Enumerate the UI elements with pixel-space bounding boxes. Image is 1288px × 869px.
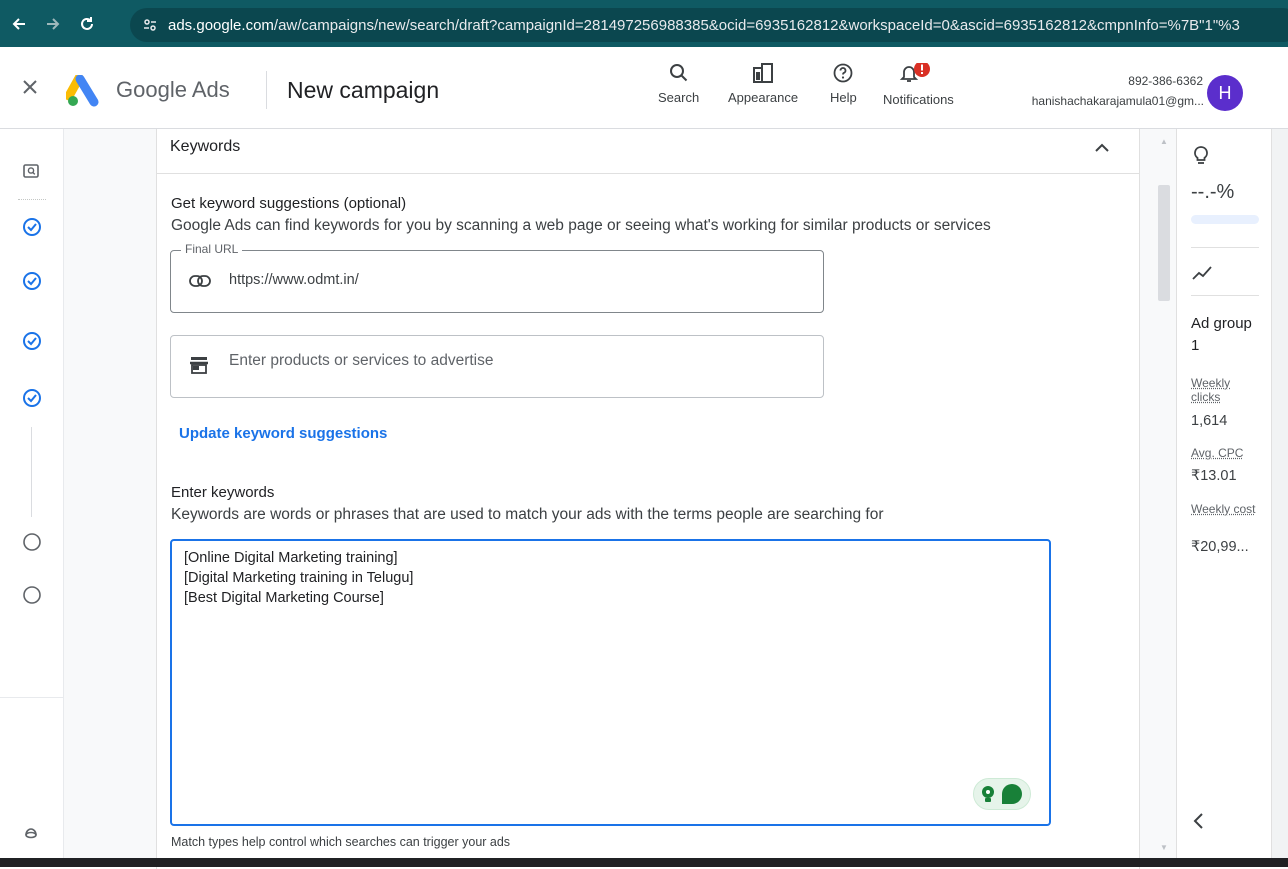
final-url-field[interactable]: Final URL https://www.odmt.in/ xyxy=(170,250,824,313)
scrollbar[interactable]: ▲ ▼ xyxy=(1156,133,1172,858)
step-complete-check-icon[interactable] xyxy=(22,331,42,351)
browser-toolbar: ads.google.com/aw/campaigns/new/search/d… xyxy=(0,0,1288,47)
brand-name: Google Ads xyxy=(116,77,230,103)
link-icon xyxy=(189,274,211,288)
optimization-score: --.-% xyxy=(1191,181,1234,204)
keyword-line: [Best Digital Marketing Course] xyxy=(184,590,384,606)
step-pending-circle-icon[interactable] xyxy=(22,585,42,605)
site-settings-icon[interactable] xyxy=(142,17,158,33)
help-icon xyxy=(833,63,853,83)
notifications-label: Notifications xyxy=(883,92,954,107)
appearance-icon xyxy=(752,63,774,83)
step-complete-check-icon[interactable] xyxy=(22,217,42,237)
search-label: Search xyxy=(658,90,699,105)
keyword-line: [Digital Marketing training in Telugu] xyxy=(184,570,413,586)
chevron-up-icon[interactable] xyxy=(1091,137,1113,159)
scroll-down-arrow[interactable]: ▼ xyxy=(1160,843,1168,852)
step-rail xyxy=(0,129,64,859)
step-pending-circle-icon[interactable] xyxy=(22,532,42,552)
address-bar[interactable]: ads.google.com/aw/campaigns/new/search/d… xyxy=(130,8,1288,42)
url-path: /aw/campaigns/new/search/draft?campaignI… xyxy=(274,17,1240,34)
taskbar-edge xyxy=(0,858,1288,867)
campaign-preview-icon[interactable] xyxy=(22,162,40,180)
help-button[interactable]: Help xyxy=(830,63,857,105)
weekly-cost-label[interactable]: Weekly cost xyxy=(1191,502,1261,516)
weekly-cost-value: ₹20,99... xyxy=(1191,539,1249,555)
appearance-label: Appearance xyxy=(728,90,798,105)
products-input[interactable]: Enter products or services to advertise xyxy=(229,352,493,370)
scrollbar-thumb[interactable] xyxy=(1158,185,1170,301)
rail-divider xyxy=(0,697,64,698)
scroll-up-arrow[interactable]: ▲ xyxy=(1160,137,1168,146)
appearance-button[interactable]: Appearance xyxy=(728,63,798,105)
account-email[interactable]: hanishachakarajamula01@gm... xyxy=(1032,94,1204,108)
bell-icon xyxy=(898,63,938,85)
products-field[interactable]: Enter products or services to advertise xyxy=(170,335,824,398)
reload-icon[interactable] xyxy=(72,9,102,39)
step-complete-check-icon[interactable] xyxy=(22,388,42,408)
lightbulb-icon xyxy=(980,785,996,803)
optimization-score-bar xyxy=(1191,215,1259,224)
help-label: Help xyxy=(830,90,857,105)
ad-group-name: Ad group 1 xyxy=(1191,313,1261,357)
search-button[interactable]: Search xyxy=(658,63,699,105)
step-connector xyxy=(31,427,32,517)
url-text: ads.google.com/aw/campaigns/new/search/d… xyxy=(168,17,1240,34)
update-keyword-suggestions-link[interactable]: Update keyword suggestions xyxy=(179,425,387,442)
divider xyxy=(266,71,267,109)
trend-icon[interactable] xyxy=(1191,265,1213,281)
keywords-textarea[interactable]: [Online Digital Marketing training] [Dig… xyxy=(170,539,1051,826)
avatar[interactable]: H xyxy=(1207,75,1243,111)
rail-separator xyxy=(18,199,46,200)
url-domain: ads.google.com xyxy=(168,17,274,34)
keywords-card-header[interactable]: Keywords xyxy=(157,129,1139,174)
avg-cpc-label[interactable]: Avg. CPC xyxy=(1191,446,1261,460)
final-url-label: Final URL xyxy=(181,242,242,256)
suggestions-description: Google Ads can find keywords for you by … xyxy=(171,217,991,235)
weekly-clicks-value: 1,614 xyxy=(1191,413,1227,429)
panel-divider xyxy=(1191,247,1259,248)
panel-divider xyxy=(1191,295,1259,296)
estimates-panel: --.-% Ad group 1 Weekly clicks 1,614 Avg… xyxy=(1176,129,1272,859)
keyword-line: [Online Digital Marketing training] xyxy=(184,550,398,566)
match-types-note: Match types help control which searches … xyxy=(171,835,510,849)
suggestions-title: Get keyword suggestions (optional) xyxy=(171,195,406,212)
avg-cpc-value: ₹13.01 xyxy=(1191,468,1237,484)
main-content: Keywords Get keyword suggestions (option… xyxy=(64,129,1176,859)
final-url-input[interactable]: https://www.odmt.in/ xyxy=(229,272,359,288)
app-header: Google Ads New campaign Search Appearanc… xyxy=(0,47,1288,129)
assistant-badge[interactable] xyxy=(973,778,1031,810)
collapse-rail-icon[interactable] xyxy=(22,823,40,841)
card-title: Keywords xyxy=(170,138,240,156)
enter-keywords-description: Keywords are words or phrases that are u… xyxy=(171,506,884,524)
google-ads-logo xyxy=(66,75,102,107)
notifications-button[interactable]: Notifications xyxy=(883,63,954,107)
back-icon[interactable] xyxy=(4,9,34,39)
window-scroll-track xyxy=(1272,129,1288,859)
search-icon xyxy=(669,63,689,83)
chat-bubble-icon xyxy=(1000,782,1024,806)
optimization-lightbulb-icon[interactable] xyxy=(1192,145,1210,167)
close-icon[interactable] xyxy=(22,79,38,95)
account-id[interactable]: 892-386-6362 xyxy=(1128,74,1203,88)
keywords-card: Keywords Get keyword suggestions (option… xyxy=(156,129,1140,869)
page-title: New campaign xyxy=(287,77,439,104)
forward-icon[interactable] xyxy=(38,9,68,39)
step-complete-check-icon[interactable] xyxy=(22,271,42,291)
chevron-left-icon[interactable] xyxy=(1191,811,1207,831)
weekly-clicks-label[interactable]: Weekly clicks xyxy=(1191,376,1261,404)
enter-keywords-title: Enter keywords xyxy=(171,484,274,501)
store-icon xyxy=(189,356,209,374)
